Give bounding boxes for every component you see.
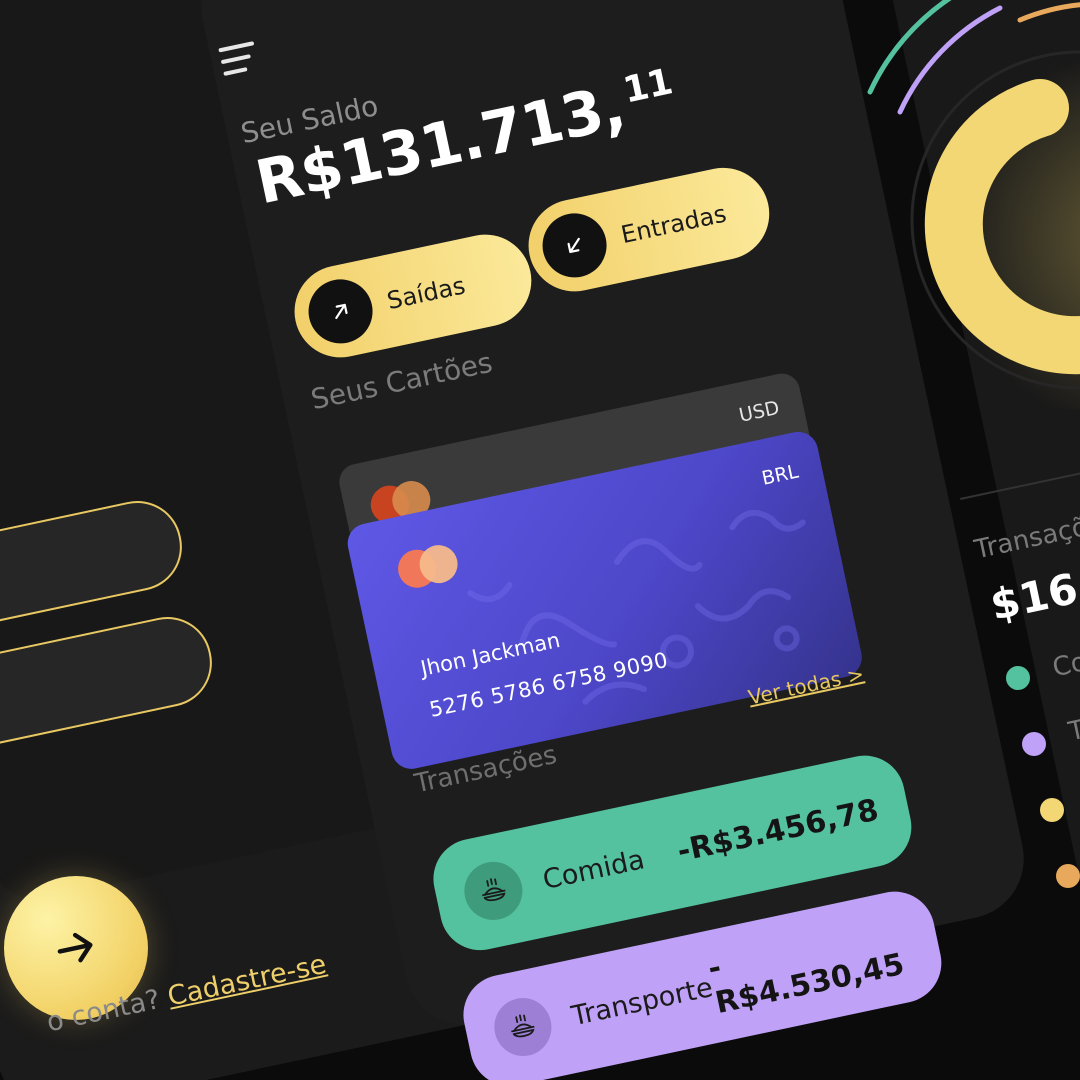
transaction-name: Comida	[540, 843, 648, 896]
menu-icon[interactable]	[218, 40, 265, 87]
arrow-down-left-icon	[536, 207, 613, 284]
inflow-label: Entradas	[618, 199, 729, 250]
arrow-right-icon	[57, 932, 93, 963]
legend-label-food: Co	[1050, 646, 1080, 684]
arrow-up-right-icon	[302, 273, 379, 350]
food-icon	[489, 992, 557, 1062]
legend-dot-4	[1056, 864, 1080, 888]
food-icon	[459, 856, 528, 926]
outflow-label: Saídas	[384, 271, 468, 316]
transaction-amount: -R$3.456,78	[674, 792, 882, 869]
legend-dot-transport	[1022, 732, 1046, 756]
card-currency: USD	[737, 396, 782, 427]
spending-donut	[867, 0, 1080, 410]
balance-cents: 11	[619, 61, 676, 112]
transaction-amount: -R$4.530,45	[704, 946, 908, 1022]
transaction-name: Transporte	[568, 971, 716, 1032]
legend-dot-food	[1006, 666, 1030, 690]
legend-dot-3	[1040, 798, 1064, 822]
